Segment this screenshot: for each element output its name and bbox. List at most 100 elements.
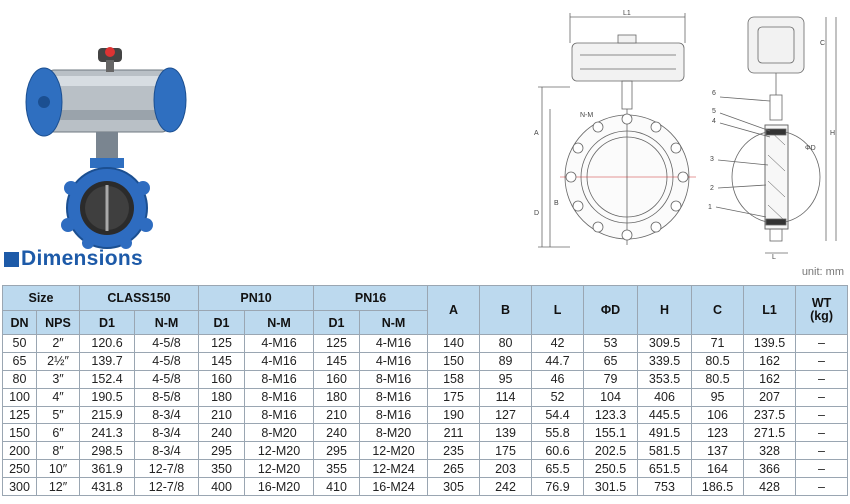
cell-class150-d1: 152.4 bbox=[79, 369, 136, 389]
cell-class150-nm: 4-5/8 bbox=[134, 369, 200, 389]
cell-pn16-nm: 12-M20 bbox=[359, 441, 429, 461]
cell-pn16-d1: 355 bbox=[313, 459, 361, 479]
cell-pn16-d1: 240 bbox=[313, 423, 361, 443]
cell-dn: 150 bbox=[2, 423, 37, 443]
cell-wt: – bbox=[795, 459, 849, 479]
cell-pn16-nm: 16-M24 bbox=[359, 477, 429, 497]
cell-pn16-nm: 12-M24 bbox=[359, 459, 429, 479]
cell-c: 123 bbox=[691, 423, 745, 443]
cell-pn10-d1: 145 bbox=[198, 351, 246, 371]
cell-wt: – bbox=[795, 423, 849, 443]
cell-b: 139 bbox=[479, 423, 533, 443]
subheader-pn16-nm: N-M bbox=[359, 310, 429, 335]
header-b: B bbox=[479, 285, 533, 335]
drawing-part-6: 6 bbox=[712, 90, 716, 97]
cell-c: 186.5 bbox=[691, 477, 745, 497]
cell-l1: 162 bbox=[743, 351, 797, 371]
drawing-label-h: H bbox=[830, 130, 835, 137]
heading-bullet-icon bbox=[4, 251, 19, 267]
cell-a: 150 bbox=[427, 351, 481, 371]
cell-nps: 3″ bbox=[35, 369, 81, 389]
table-row: 200 8″ 298.5 8-3/4 295 12-M20 295 12-M20 235 175 6… bbox=[2, 441, 849, 461]
subheader-dn: DN bbox=[2, 310, 37, 335]
cell-l1: 139.5 bbox=[743, 334, 797, 353]
cell-dn: 250 bbox=[2, 459, 37, 479]
dimensions-table: Size CLASS150 PN10 PN16 A B L ΦD H C L1 … bbox=[1, 285, 849, 497]
cell-pn16-nm: 8-M16 bbox=[359, 405, 429, 425]
cell-a: 175 bbox=[427, 387, 481, 407]
header-l1: L1 bbox=[743, 285, 797, 335]
subheader-pn10-nm: N-M bbox=[244, 310, 315, 335]
butterfly-valve-product-image bbox=[25, 47, 187, 249]
cell-b: 203 bbox=[479, 459, 533, 479]
cell-l: 46 bbox=[531, 369, 585, 389]
cell-pn16-d1: 210 bbox=[313, 405, 361, 425]
drawing-part-1: 1 bbox=[708, 204, 712, 211]
cell-dn: 300 bbox=[2, 477, 37, 497]
cell-phid: 79 bbox=[583, 369, 639, 389]
cell-class150-d1: 298.5 bbox=[79, 441, 136, 461]
table-row: 300 12″ 431.8 12-7/8 400 16-M20 410 16-M24 305 24… bbox=[2, 477, 849, 497]
cell-h: 491.5 bbox=[637, 423, 693, 443]
cell-phid: 301.5 bbox=[583, 477, 639, 497]
cell-a: 305 bbox=[427, 477, 481, 497]
cell-h: 309.5 bbox=[637, 334, 693, 353]
cell-l: 76.9 bbox=[531, 477, 585, 497]
cell-a: 265 bbox=[427, 459, 481, 479]
cell-pn16-nm: 4-M16 bbox=[359, 334, 429, 353]
cell-pn10-d1: 240 bbox=[198, 423, 246, 443]
cell-pn16-nm: 8-M16 bbox=[359, 387, 429, 407]
cell-class150-nm: 8-3/4 bbox=[134, 423, 200, 443]
cell-b: 114 bbox=[479, 387, 533, 407]
cell-phid: 104 bbox=[583, 387, 639, 407]
cell-pn10-nm: 12-M20 bbox=[244, 441, 315, 461]
cell-c: 164 bbox=[691, 459, 745, 479]
cell-pn16-nm: 4-M16 bbox=[359, 351, 429, 371]
header-pn16: PN16 bbox=[313, 285, 429, 311]
cell-h: 445.5 bbox=[637, 405, 693, 425]
cell-c: 80.5 bbox=[691, 351, 745, 371]
cell-pn10-d1: 400 bbox=[198, 477, 246, 497]
cell-b: 89 bbox=[479, 351, 533, 371]
drawing-part-3: 3 bbox=[710, 156, 714, 163]
table-row: 80 3″ 152.4 4-5/8 160 8-M16 160 8-M16 158 95 46 79 3… bbox=[2, 369, 849, 389]
cell-l1: 428 bbox=[743, 477, 797, 497]
cell-wt: – bbox=[795, 405, 849, 425]
cell-l1: 162 bbox=[743, 369, 797, 389]
cell-dn: 80 bbox=[2, 369, 37, 389]
cell-nps: 5″ bbox=[35, 405, 81, 425]
cell-l: 42 bbox=[531, 334, 585, 353]
table-row: 100 4″ 190.5 8-5/8 180 8-M16 180 8-M16 175 114 52 1… bbox=[2, 387, 849, 407]
subheader-nps: NPS bbox=[35, 310, 81, 335]
cell-l1: 271.5 bbox=[743, 423, 797, 443]
dimension-drawing: L1 N-M A D B C H ΦD L 6 5 4 3 2 1 bbox=[534, 10, 837, 260]
drawing-part-5: 5 bbox=[712, 108, 716, 115]
header-class150: CLASS150 bbox=[79, 285, 200, 311]
header-a: A bbox=[427, 285, 481, 335]
cell-l1: 366 bbox=[743, 459, 797, 479]
cell-class150-d1: 241.3 bbox=[79, 423, 136, 443]
table-row: 150 6″ 241.3 8-3/4 240 8-M20 240 8-M20 211 139 55.… bbox=[2, 423, 849, 443]
drawing-part-4: 4 bbox=[712, 118, 716, 125]
header-size: Size bbox=[1, 285, 81, 311]
cell-pn10-nm: 8-M16 bbox=[244, 387, 315, 407]
cell-pn10-d1: 180 bbox=[198, 387, 246, 407]
cell-a: 211 bbox=[427, 423, 481, 443]
cell-nps: 12″ bbox=[35, 477, 81, 497]
table-row: 50 2″ 120.6 4-5/8 125 4-M16 125 4-M16 140 80 42 53 3… bbox=[2, 334, 849, 353]
cell-pn10-d1: 210 bbox=[198, 405, 246, 425]
cell-dn: 65 bbox=[2, 351, 37, 371]
cell-phid: 155.1 bbox=[583, 423, 639, 443]
cell-a: 235 bbox=[427, 441, 481, 461]
cell-l: 60.6 bbox=[531, 441, 585, 461]
cell-pn16-d1: 410 bbox=[313, 477, 361, 497]
cell-c: 80.5 bbox=[691, 369, 745, 389]
cell-class150-d1: 139.7 bbox=[79, 351, 136, 371]
cell-l: 55.8 bbox=[531, 423, 585, 443]
unit-label: unit: mm bbox=[801, 266, 844, 278]
cell-pn16-d1: 160 bbox=[313, 369, 361, 389]
header-phid: ΦD bbox=[583, 285, 639, 335]
table-row: 250 10″ 361.9 12-7/8 350 12-M20 355 12-M24 265 20… bbox=[2, 459, 849, 479]
cell-class150-nm: 4-5/8 bbox=[134, 334, 200, 353]
cell-nps: 10″ bbox=[35, 459, 81, 479]
